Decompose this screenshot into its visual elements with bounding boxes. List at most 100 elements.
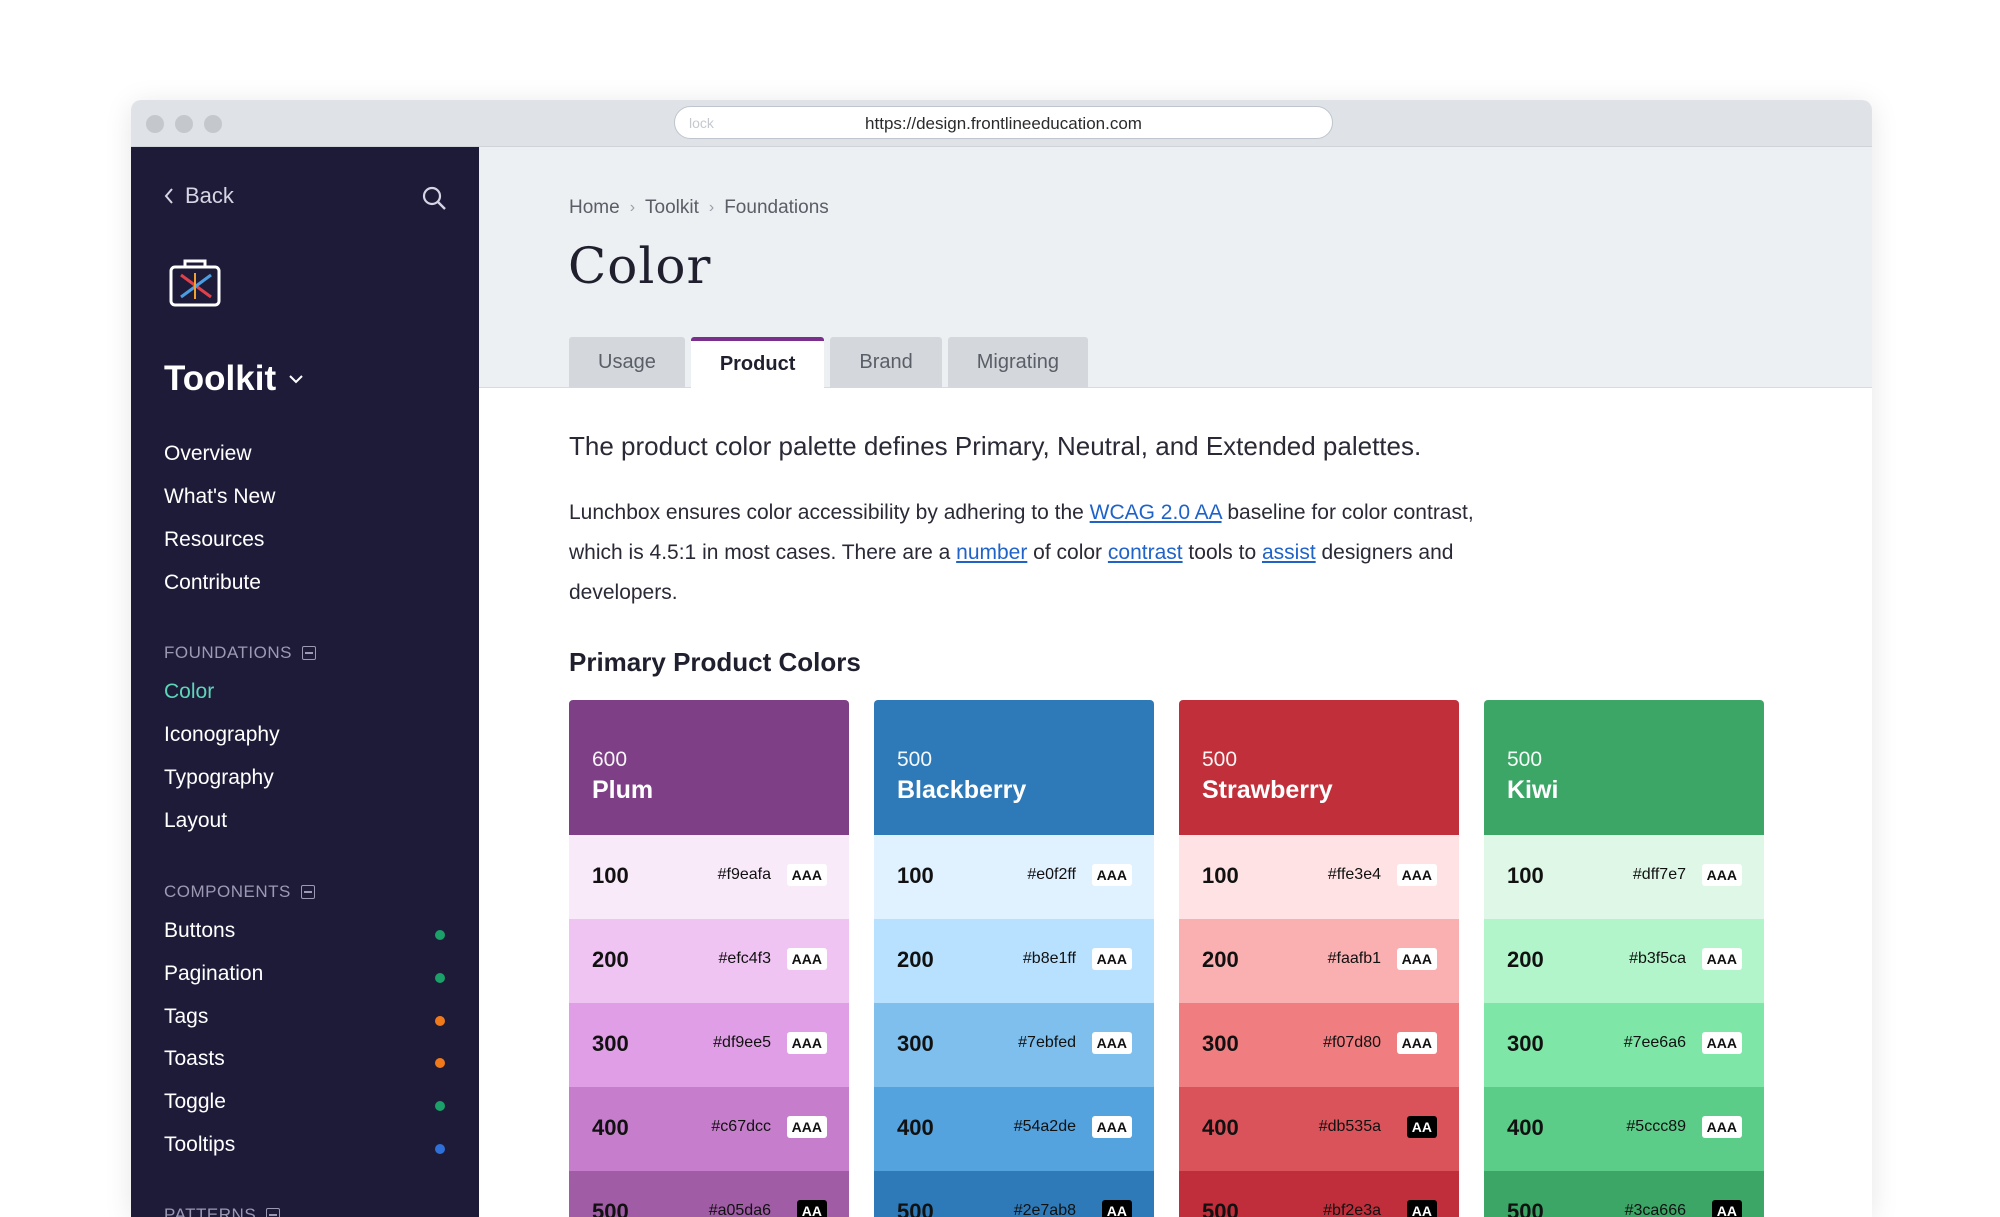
window-minimize-button[interactable] <box>175 115 193 133</box>
breadcrumb-home[interactable]: Home <box>569 197 620 219</box>
tab-usage[interactable]: Usage <box>569 337 685 388</box>
shade-level: 200 <box>592 947 629 972</box>
color-swatch-row[interactable]: 400 #db535a AA <box>1179 1087 1459 1171</box>
shade-hex: #f9eafa <box>717 866 771 883</box>
contrast-badge: AAA <box>1091 1032 1132 1054</box>
shade-level: 200 <box>1507 947 1544 972</box>
collapse-icon <box>266 1208 281 1217</box>
shade-hex: #efc4f3 <box>718 950 771 967</box>
contrast-badge: AA <box>796 1200 827 1217</box>
color-swatch-row[interactable]: 200 #efc4f3 AAA <box>569 919 849 1003</box>
tab-product[interactable]: Product <box>690 337 825 389</box>
palette-header: 600 Plum <box>569 700 849 835</box>
breadcrumb-foundations[interactable]: Foundations <box>724 197 829 219</box>
shade-level: 300 <box>1202 1031 1239 1056</box>
wcag-link[interactable]: WCAG 2.0 AA <box>1090 501 1222 524</box>
toolkit-menu[interactable]: Toolkit <box>164 359 304 399</box>
contrast-badge: AAA <box>1396 1032 1437 1054</box>
shade-level: 400 <box>1202 1115 1239 1140</box>
sidebar-item-layout[interactable]: Layout <box>164 809 227 833</box>
sidebar-item-buttons[interactable]: Buttons <box>164 919 235 943</box>
color-swatch-row[interactable]: 300 #7ee6a6 AAA <box>1484 1003 1764 1087</box>
color-swatch-row[interactable]: 500 #3ca666 AA <box>1484 1171 1764 1217</box>
shade-hex: #c67dcc <box>711 1118 771 1135</box>
color-swatch-row[interactable]: 300 #f07d80 AAA <box>1179 1003 1459 1087</box>
sidebar-item-contribute[interactable]: Contribute <box>164 571 261 595</box>
chevron-right-icon: › <box>708 199 715 216</box>
color-swatch-row[interactable]: 300 #df9ee5 AAA <box>569 1003 849 1087</box>
sidebar-item-toggle[interactable]: Toggle <box>164 1090 226 1114</box>
color-swatch-row[interactable]: 400 #54a2de AAA <box>874 1087 1154 1171</box>
shade-hex: #5ccc89 <box>1626 1118 1686 1135</box>
foundations-section[interactable]: FOUNDATIONS <box>164 643 316 663</box>
color-swatch-row[interactable]: 100 #ffe3e4 AAA <box>1179 835 1459 919</box>
contrast-badge: AAA <box>786 948 827 970</box>
sidebar-item-tooltips[interactable]: Tooltips <box>164 1133 235 1157</box>
page-title: Color <box>568 237 712 295</box>
color-swatch-row[interactable]: 500 #bf2e3a AA <box>1179 1171 1459 1217</box>
palette-level: 600 <box>592 748 628 771</box>
sidebar-item-typography[interactable]: Typography <box>164 766 274 790</box>
color-swatch-row[interactable]: 100 #f9eafa AAA <box>569 835 849 919</box>
contrast-badge: AAA <box>1091 948 1132 970</box>
color-swatch-row[interactable]: 200 #b8e1ff AAA <box>874 919 1154 1003</box>
color-swatch-row[interactable]: 400 #c67dcc AAA <box>569 1087 849 1171</box>
shade-level: 500 <box>592 1199 629 1217</box>
tab-brand[interactable]: Brand <box>830 337 942 388</box>
shade-level: 300 <box>1507 1031 1544 1056</box>
number-link[interactable]: number <box>956 541 1027 564</box>
breadcrumb: Home › Toolkit › Foundations <box>569 197 829 219</box>
assist-link[interactable]: assist <box>1262 541 1316 564</box>
lunchbox-logo-icon <box>169 259 221 307</box>
palette-header: 500 Strawberry <box>1179 700 1459 835</box>
tab-migrating[interactable]: Migrating <box>947 337 1089 388</box>
sidebar-item-tags[interactable]: Tags <box>164 1005 208 1029</box>
contrast-badge: AA <box>1101 1200 1132 1217</box>
main-content: Home › Toolkit › Foundations Color Usage… <box>479 147 1872 1217</box>
address-bar[interactable]: lock https://design.frontlineeducation.c… <box>674 106 1333 139</box>
breadcrumb-toolkit[interactable]: Toolkit <box>645 197 699 219</box>
contrast-badge: AAA <box>1701 948 1742 970</box>
para-text: of color <box>1027 541 1108 564</box>
section-title: Primary Product Colors <box>569 647 861 677</box>
window-close-button[interactable] <box>146 115 164 133</box>
color-swatch-row[interactable]: 500 #2e7ab8 AA <box>874 1171 1154 1217</box>
palette-header: 500 Blackberry <box>874 700 1154 835</box>
sidebar-item-resources[interactable]: Resources <box>164 528 264 552</box>
shade-hex: #ffe3e4 <box>1327 866 1381 883</box>
components-section[interactable]: COMPONENTS <box>164 882 315 902</box>
shade-level: 400 <box>897 1115 934 1140</box>
collapse-icon <box>301 646 316 660</box>
window-maximize-button[interactable] <box>204 115 222 133</box>
color-swatch-row[interactable]: 400 #5ccc89 AAA <box>1484 1087 1764 1171</box>
search-icon[interactable] <box>421 185 447 211</box>
color-swatch-row[interactable]: 200 #faafb1 AAA <box>1179 919 1459 1003</box>
color-swatch-row[interactable]: 500 #a05da6 AA <box>569 1171 849 1217</box>
contrast-badge: AAA <box>1701 1032 1742 1054</box>
patterns-section[interactable]: PATTERNS <box>164 1205 281 1217</box>
foundations-title: FOUNDATIONS <box>164 643 292 662</box>
shade-hex: #b8e1ff <box>1022 950 1076 967</box>
color-swatch-row[interactable]: 100 #dff7e7 AAA <box>1484 835 1764 919</box>
contrast-link[interactable]: contrast <box>1108 541 1183 564</box>
shade-level: 100 <box>897 863 934 888</box>
sidebar-item-iconography[interactable]: Iconography <box>164 723 280 747</box>
contrast-badge: AAA <box>786 1032 827 1054</box>
sidebar-item-whats-new[interactable]: What's New <box>164 485 275 509</box>
color-swatch-row[interactable]: 100 #e0f2ff AAA <box>874 835 1154 919</box>
color-swatch-row[interactable]: 200 #b3f5ca AAA <box>1484 919 1764 1003</box>
shade-level: 300 <box>897 1031 934 1056</box>
back-link[interactable]: Back <box>163 183 234 209</box>
sidebar-item-overview[interactable]: Overview <box>164 442 252 466</box>
contrast-badge: AAA <box>1091 1116 1132 1138</box>
sidebar-item-pagination[interactable]: Pagination <box>164 962 263 986</box>
sidebar-item-color[interactable]: Color <box>164 680 214 704</box>
contrast-badge: AA <box>1406 1200 1437 1217</box>
shade-hex: #db535a <box>1318 1118 1381 1135</box>
sidebar-item-toasts[interactable]: Toasts <box>164 1047 225 1071</box>
color-swatch-row[interactable]: 300 #7ebfed AAA <box>874 1003 1154 1087</box>
shade-hex: #a05da6 <box>708 1202 771 1217</box>
shade-level: 300 <box>592 1031 629 1056</box>
shade-level: 500 <box>1202 1199 1239 1217</box>
lead-text: The product color palette defines Primar… <box>569 431 1422 461</box>
